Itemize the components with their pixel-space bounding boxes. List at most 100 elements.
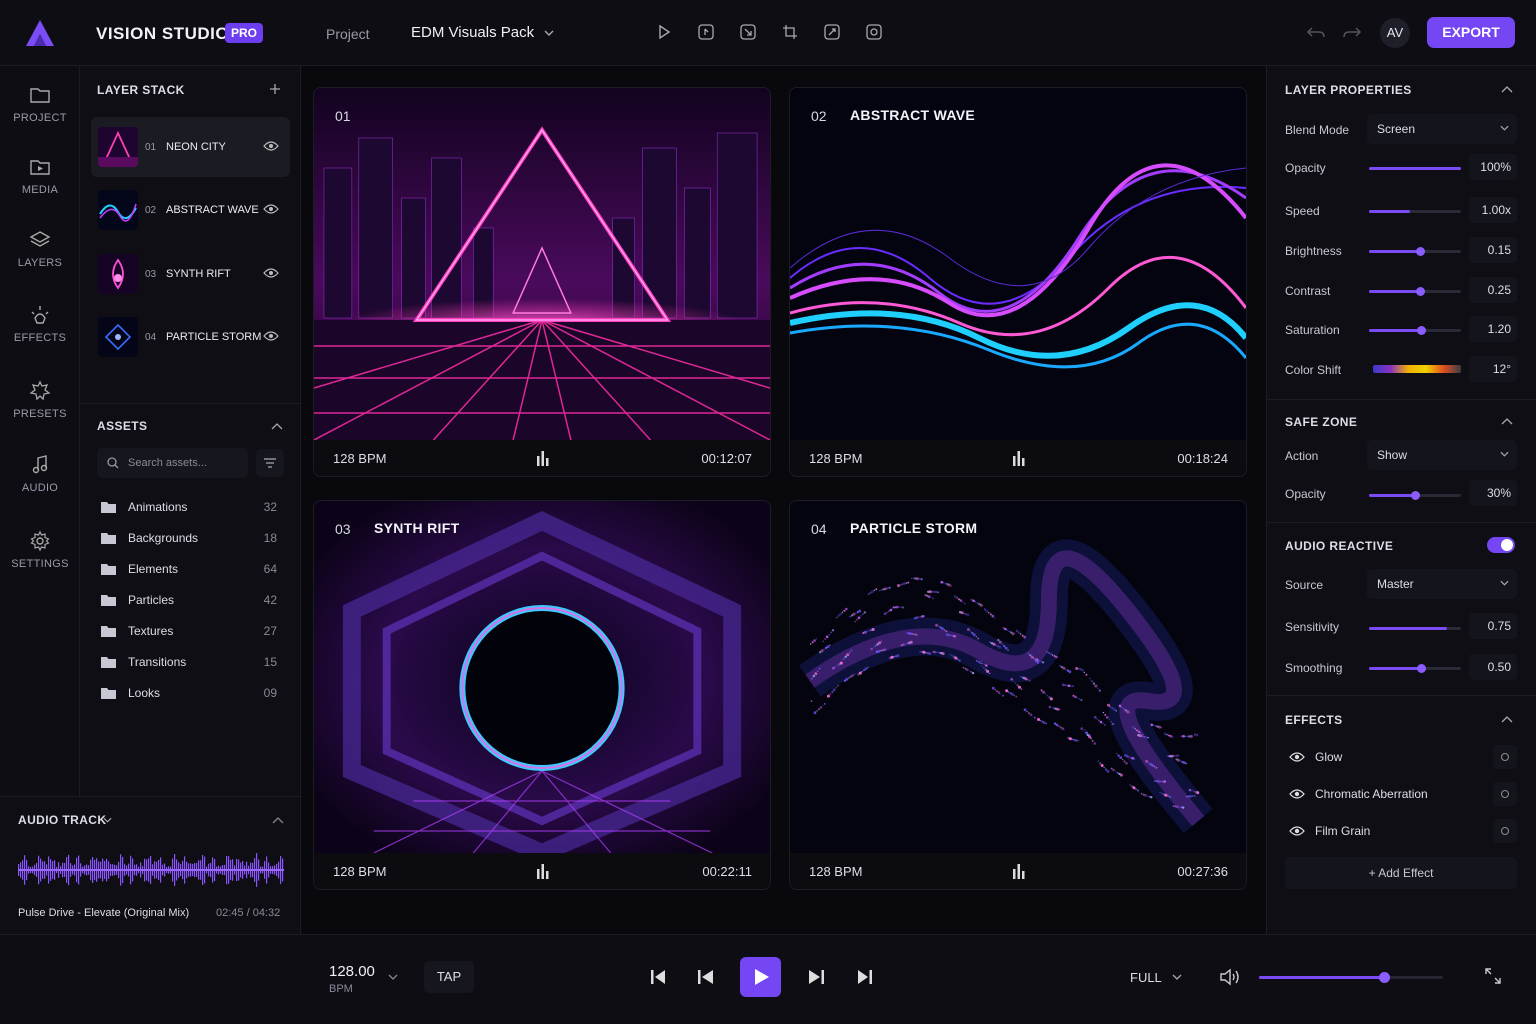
smoothing-slider[interactable]	[1369, 664, 1461, 673]
frame-in-icon[interactable]	[694, 20, 718, 44]
effect-item[interactable]: Chromatic Aberration	[1285, 779, 1517, 809]
chevron-up-icon[interactable]	[272, 817, 284, 824]
safe-zone-action-dropdown[interactable]: Show	[1367, 440, 1517, 470]
sensitivity-value[interactable]: 0.75	[1469, 613, 1517, 639]
volume-slider[interactable]	[1259, 972, 1443, 983]
layer-row-neon-city[interactable]: 01 NEON CITY	[91, 117, 290, 177]
slider-knob[interactable]	[1417, 664, 1427, 673]
add-effect-button[interactable]: + Add Effect	[1285, 857, 1517, 889]
slider-knob[interactable]	[1415, 247, 1425, 256]
blend-mode-dropdown[interactable]: Screen	[1367, 114, 1517, 144]
rail-item-audio[interactable]: AUDIO	[0, 454, 80, 494]
crop-icon[interactable]	[778, 20, 802, 44]
previous-icon[interactable]	[697, 968, 715, 986]
color-shift-value[interactable]: 12°	[1469, 356, 1517, 382]
preview-tile-neon-city[interactable]: 01 128 BPM 00:12:07	[313, 87, 771, 477]
saturation-slider[interactable]	[1369, 326, 1461, 335]
eye-icon[interactable]	[263, 203, 279, 215]
rail-item-media[interactable]: MEDIA	[0, 156, 80, 196]
project-dropdown[interactable]: EDM Visuals Pack	[411, 24, 554, 41]
safe-zone-opacity-value[interactable]: 30%	[1469, 480, 1517, 506]
layer-row-abstract-wave[interactable]: 02 ABSTRACT WAVE	[91, 180, 290, 240]
chevron-down-icon[interactable]	[388, 974, 398, 980]
chevron-down-icon[interactable]	[1172, 974, 1182, 980]
add-layer-icon[interactable]	[269, 83, 281, 95]
audio-source-dropdown[interactable]: Master	[1367, 569, 1517, 599]
avatar[interactable]: AV	[1380, 18, 1410, 48]
asset-folder[interactable]: Looks 09	[101, 683, 277, 703]
brightness-value[interactable]: 0.15	[1469, 237, 1517, 263]
eye-icon[interactable]	[1289, 788, 1305, 800]
redo-icon[interactable]	[1340, 20, 1364, 44]
next-icon[interactable]	[807, 968, 825, 986]
asset-folder[interactable]: Textures 27	[101, 621, 277, 641]
asset-folder[interactable]: Transitions 15	[101, 652, 277, 672]
slider-knob[interactable]	[1417, 326, 1427, 335]
opacity-slider[interactable]	[1369, 167, 1461, 170]
rail-item-layers[interactable]: LAYERS	[0, 229, 80, 269]
brightness-slider[interactable]	[1369, 247, 1461, 256]
effect-item[interactable]: Glow	[1285, 742, 1517, 772]
play-icon[interactable]	[652, 20, 676, 44]
preview-tile-particle-storm[interactable]: 04 PARTICLE STORM 128 BPM 00:27:36	[789, 500, 1247, 890]
search-input[interactable]: Search assets...	[97, 448, 248, 478]
eye-icon[interactable]	[263, 140, 279, 152]
volume-icon[interactable]	[1219, 967, 1241, 987]
bpm-value[interactable]: 128.00	[329, 963, 375, 980]
frame-out-icon[interactable]	[736, 20, 760, 44]
contrast-value[interactable]: 0.25	[1469, 277, 1517, 303]
chevron-up-icon[interactable]	[1501, 418, 1513, 425]
export-button[interactable]: EXPORT	[1427, 17, 1515, 48]
audio-levels-icon[interactable]	[535, 450, 551, 466]
asset-folder[interactable]: Animations 32	[101, 497, 277, 517]
play-button[interactable]	[740, 957, 781, 997]
eye-icon[interactable]	[1289, 751, 1305, 763]
audio-levels-icon[interactable]	[1011, 450, 1027, 466]
eye-icon[interactable]	[263, 267, 279, 279]
skip-to-start-icon[interactable]	[649, 968, 667, 986]
slider-knob[interactable]	[1411, 491, 1420, 500]
slider-knob[interactable]	[1415, 287, 1425, 296]
view-mode-dropdown[interactable]: FULL	[1130, 970, 1162, 985]
audio-reactive-toggle[interactable]	[1487, 537, 1515, 553]
audio-waveform[interactable]	[18, 849, 284, 891]
opacity-value[interactable]: 100%	[1469, 154, 1517, 180]
tap-tempo-button[interactable]: TAP	[424, 961, 474, 993]
smoothing-value[interactable]: 0.50	[1469, 654, 1517, 680]
sensitivity-slider[interactable]	[1369, 627, 1461, 630]
undo-icon[interactable]	[1304, 20, 1328, 44]
skip-to-end-icon[interactable]	[856, 968, 874, 986]
chevron-down-icon[interactable]	[103, 817, 112, 823]
layer-row-synth-rift[interactable]: 03 SYNTH RIFT	[91, 244, 290, 304]
rail-item-project[interactable]: PROJECT	[0, 84, 80, 124]
rail-item-settings[interactable]: SETTINGS	[0, 530, 80, 570]
chevron-up-icon[interactable]	[271, 423, 283, 430]
effect-item[interactable]: Film Grain	[1285, 816, 1517, 846]
mask-icon[interactable]	[862, 20, 886, 44]
chevron-up-icon[interactable]	[1501, 716, 1513, 723]
asset-folder[interactable]: Particles 42	[101, 590, 277, 610]
preview-tile-synth-rift[interactable]: 03 SYNTH RIFT 128 BPM 00:22:11	[313, 500, 771, 890]
effect-options-button[interactable]	[1493, 819, 1517, 843]
eye-icon[interactable]	[1289, 825, 1305, 837]
rail-item-effects[interactable]: EFFECTS	[0, 304, 80, 344]
audio-levels-icon[interactable]	[1011, 863, 1027, 879]
layer-row-particle-storm[interactable]: 04 PARTICLE STORM	[91, 307, 290, 367]
saturation-value[interactable]: 1.20	[1469, 316, 1517, 342]
audio-levels-icon[interactable]	[535, 863, 551, 879]
transform-icon[interactable]	[820, 20, 844, 44]
preview-tile-abstract-wave[interactable]: 02 ABSTRACT WAVE 128 BPM 00:18:24	[789, 87, 1247, 477]
slider-knob[interactable]	[1379, 972, 1391, 983]
safe-zone-opacity-slider[interactable]	[1369, 491, 1461, 500]
chevron-up-icon[interactable]	[1501, 86, 1513, 93]
filter-button[interactable]	[256, 449, 284, 477]
effect-options-button[interactable]	[1493, 745, 1517, 769]
speed-slider[interactable]	[1369, 210, 1461, 213]
asset-folder[interactable]: Backgrounds 18	[101, 528, 277, 548]
rail-item-presets[interactable]: PRESETS	[0, 380, 80, 420]
eye-icon[interactable]	[263, 330, 279, 342]
fullscreen-icon[interactable]	[1484, 967, 1502, 985]
contrast-slider[interactable]	[1369, 287, 1461, 296]
speed-value[interactable]: 1.00x	[1469, 197, 1517, 223]
color-shift-slider[interactable]	[1373, 365, 1461, 373]
